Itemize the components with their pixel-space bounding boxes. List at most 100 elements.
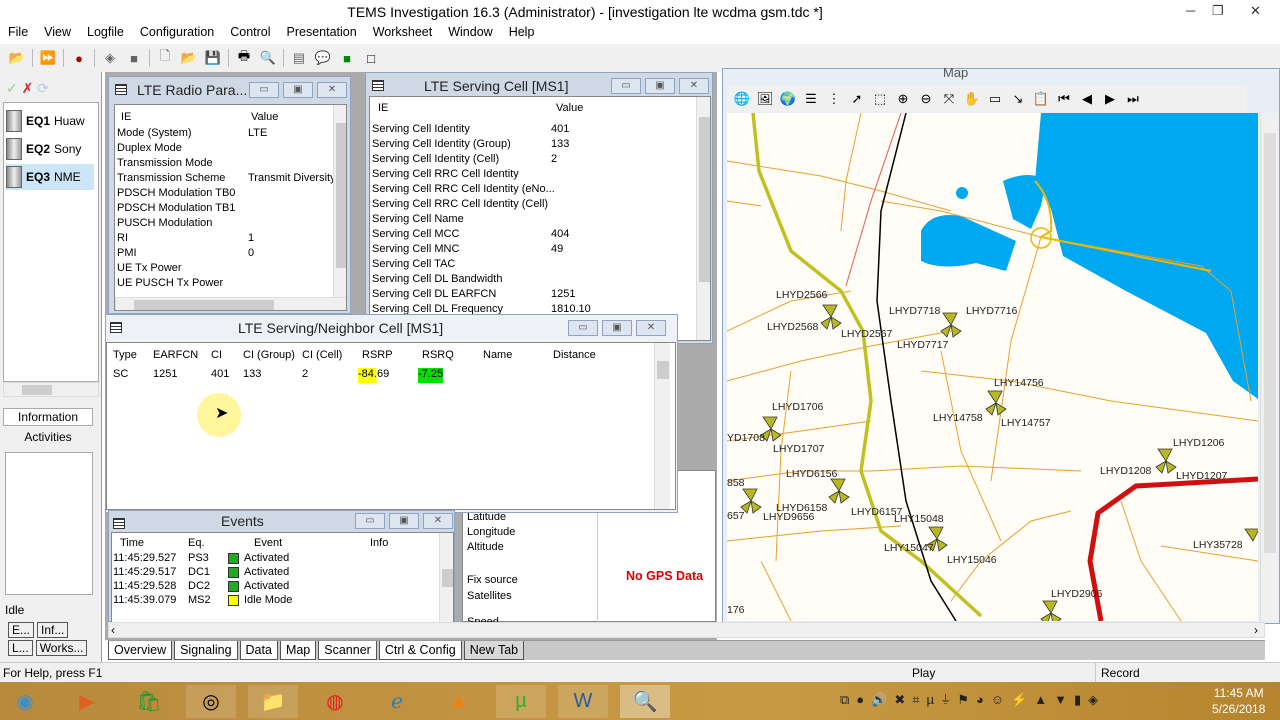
report-icon[interactable]: 📋 xyxy=(1032,90,1050,108)
first-icon[interactable]: ⏮ xyxy=(1055,90,1073,108)
globe-layer-icon[interactable]: 🌐 xyxy=(733,90,751,108)
equipment-eq2[interactable]: EQ2 Sony xyxy=(6,136,94,162)
record-icon[interactable]: ● xyxy=(70,49,88,67)
column-header-value[interactable]: Value xyxy=(251,111,278,126)
open-icon[interactable]: 📂 xyxy=(180,49,198,67)
start-button[interactable]: ◉ xyxy=(2,685,48,718)
tab-signaling[interactable]: Signaling xyxy=(174,641,238,660)
tems-icon[interactable]: 🔍 xyxy=(620,685,670,718)
close-button[interactable]: ✕ xyxy=(679,78,709,94)
zoom-in-icon[interactable]: ⊕ xyxy=(894,90,912,108)
left-tab-l[interactable]: L... xyxy=(8,640,33,656)
play-icon[interactable]: ⏩ xyxy=(39,49,57,67)
menu-window[interactable]: Window xyxy=(448,22,500,44)
column-header[interactable]: CI xyxy=(211,349,222,364)
column-header-time[interactable]: Time xyxy=(120,537,144,552)
check-icon[interactable]: ✓ ✗ ⟳ xyxy=(6,80,49,97)
window-icon[interactable]: □ xyxy=(362,49,380,67)
pause-icon[interactable]: ◈ xyxy=(101,49,119,67)
left-tab-e[interactable]: E... xyxy=(8,622,35,638)
vertical-scrollbar[interactable] xyxy=(439,533,453,622)
equipment-eq1[interactable]: EQ1 Huaw xyxy=(6,108,94,134)
activities-tab[interactable]: Activities xyxy=(3,430,93,444)
left-tab-works[interactable]: Works... xyxy=(35,640,88,656)
save-icon[interactable]: 💾 xyxy=(204,49,222,67)
menu-file[interactable]: File xyxy=(8,22,36,44)
maximize-button[interactable]: ▣ xyxy=(389,513,419,529)
minimize-button[interactable]: ▭ xyxy=(568,320,598,336)
green-box-icon[interactable]: ■ xyxy=(338,49,356,67)
store-icon[interactable]: 🛍 xyxy=(124,685,174,718)
pan-hand-icon[interactable]: ✋ xyxy=(963,90,981,108)
info-icon[interactable]: ▤ xyxy=(290,49,308,67)
vertical-scrollbar[interactable] xyxy=(654,343,670,509)
column-header[interactable]: CI (Group) xyxy=(243,349,295,364)
layers-icon[interactable]: ☰ xyxy=(802,90,820,108)
pinpoint-icon[interactable]: ↘ xyxy=(1009,90,1027,108)
tab-map[interactable]: Map xyxy=(279,641,317,660)
column-header-event[interactable]: Event xyxy=(254,537,282,552)
tab-scanner[interactable]: Scanner xyxy=(318,641,377,660)
left-hscroll[interactable] xyxy=(3,382,99,397)
column-header[interactable]: CI (Cell) xyxy=(302,349,342,364)
column-header-value[interactable]: Value xyxy=(556,102,583,117)
maximize-button[interactable]: ▣ xyxy=(602,320,632,336)
system-tray-icons[interactable]: ⧉●🔊✖⌗µ⏚⚑◕☺⚡▲▼▮◈ xyxy=(840,692,1105,708)
column-header[interactable]: Name xyxy=(483,349,512,364)
print-preview-icon[interactable]: 🔍 xyxy=(259,49,277,67)
open-logfile-icon[interactable]: 📂 xyxy=(8,49,26,67)
chrome-icon[interactable]: ◎ xyxy=(186,685,236,718)
zoom-out-icon[interactable]: ⊖ xyxy=(917,90,935,108)
maximize-button[interactable]: ▣ xyxy=(645,78,675,94)
tab-data[interactable]: Data xyxy=(239,641,278,660)
map-vertical-scrollbar[interactable] xyxy=(1260,113,1278,621)
zoom-extent-icon[interactable]: ⤧ xyxy=(940,90,958,108)
vertical-scrollbar[interactable] xyxy=(333,105,346,297)
horizontal-scrollbar[interactable] xyxy=(115,297,346,310)
minimize-button[interactable]: ─ xyxy=(1186,3,1195,18)
clock[interactable]: 11:45 AM 5/26/2018 xyxy=(1212,685,1265,717)
close-button[interactable]: ✕ xyxy=(423,513,453,529)
restore-button[interactable]: ❐ xyxy=(1212,3,1224,19)
globe-icon[interactable]: 🌍 xyxy=(779,90,797,108)
tab-ctrl-config[interactable]: Ctrl & Config xyxy=(378,641,462,660)
minimize-button[interactable]: ▭ xyxy=(249,82,279,98)
word-icon[interactable]: W xyxy=(558,685,608,718)
column-header[interactable]: Distance xyxy=(553,349,596,364)
column-header[interactable]: RSRQ xyxy=(422,349,454,364)
maximize-button[interactable]: ▣ xyxy=(283,82,313,98)
media-app-icon[interactable]: ▶ xyxy=(62,685,112,718)
new-icon[interactable]: 🗋 xyxy=(156,48,174,67)
menu-view[interactable]: View xyxy=(44,22,79,44)
file-explorer-icon[interactable]: 📁 xyxy=(248,685,298,718)
column-header-eq[interactable]: Eq. xyxy=(188,537,205,552)
select-area-icon[interactable]: ⬚ xyxy=(871,90,889,108)
vertical-scrollbar[interactable] xyxy=(696,97,710,340)
menu-worksheet[interactable]: Worksheet xyxy=(373,22,441,44)
map-canvas[interactable]: LHYD2566 LHYD2568 LHYD2567 LHYD7718 LHYD… xyxy=(727,113,1258,621)
scale-icon[interactable]: ▭ xyxy=(986,90,1004,108)
close-button[interactable]: ✕ xyxy=(1250,3,1261,19)
menu-control[interactable]: Control xyxy=(230,22,278,44)
next-icon[interactable]: ▶ xyxy=(1101,90,1119,108)
column-header[interactable]: Type xyxy=(113,349,137,364)
vlc-icon[interactable]: ▲ xyxy=(434,685,484,718)
left-tab-inf[interactable]: Inf... xyxy=(37,622,69,638)
utorrent-icon[interactable]: µ xyxy=(496,685,546,718)
minimize-button[interactable]: ▭ xyxy=(611,78,641,94)
legend-icon[interactable]: ⋮ xyxy=(825,90,843,108)
equipment-eq3[interactable]: EQ3 NME xyxy=(6,164,94,190)
internet-explorer-icon[interactable]: ℯ xyxy=(372,685,422,718)
prev-icon[interactable]: ◀ xyxy=(1078,90,1096,108)
print-icon[interactable]: 🖶 xyxy=(235,48,253,67)
close-button[interactable]: ✕ xyxy=(317,82,347,98)
column-header-ie[interactable]: IE xyxy=(378,102,388,117)
worksheet-hscroll[interactable]: ‹ › xyxy=(108,622,1265,638)
chat-icon[interactable]: 💬 xyxy=(314,49,332,67)
minimize-button[interactable]: ▭ xyxy=(355,513,385,529)
tab-new-tab[interactable]: New Tab xyxy=(463,641,525,660)
last-icon[interactable]: ⏭ xyxy=(1124,90,1142,108)
menu-configuration[interactable]: Configuration xyxy=(140,22,222,44)
select-arrow-icon[interactable]: ➚ xyxy=(848,90,866,108)
column-header-ie[interactable]: IE xyxy=(121,111,131,126)
